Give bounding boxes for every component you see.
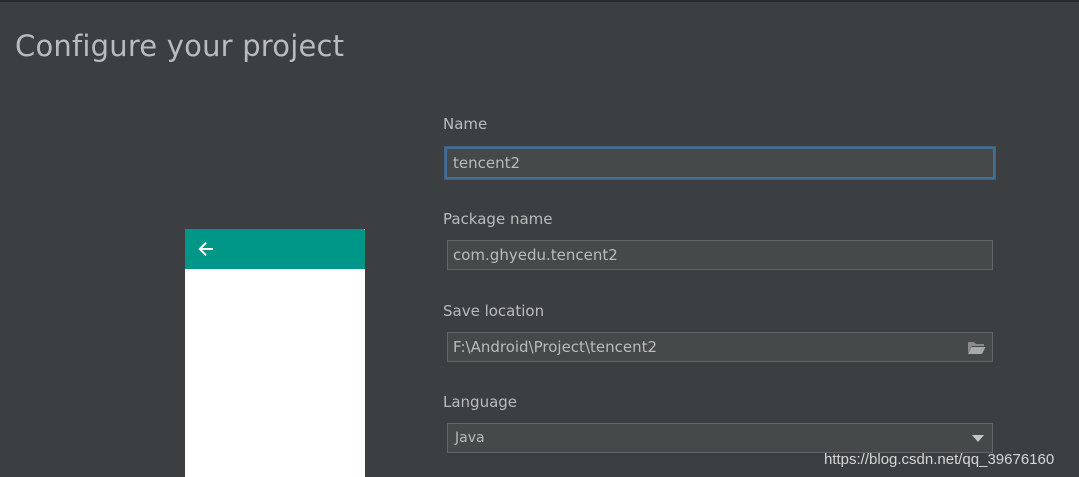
watermark: https://blog.csdn.net/qq_39676160 [824, 451, 1055, 468]
package-name-label: Package name [443, 210, 553, 228]
phone-app-bar [185, 229, 365, 269]
back-arrow-icon [198, 242, 213, 256]
page-title: Configure your project [15, 29, 345, 63]
phone-preview [185, 229, 365, 477]
folder-icon[interactable] [967, 340, 986, 355]
language-select[interactable]: Java [447, 423, 993, 453]
language-label: Language [443, 393, 518, 411]
configure-project-window: Configure your project Name Package name… [0, 0, 1079, 477]
save-location-label: Save location [443, 302, 545, 320]
package-name-input[interactable] [447, 240, 993, 270]
name-label: Name [443, 115, 488, 133]
name-input[interactable] [445, 147, 995, 179]
language-selected-value: Java [455, 430, 485, 446]
save-location-input[interactable] [447, 332, 993, 362]
chevron-down-icon[interactable] [972, 435, 984, 442]
